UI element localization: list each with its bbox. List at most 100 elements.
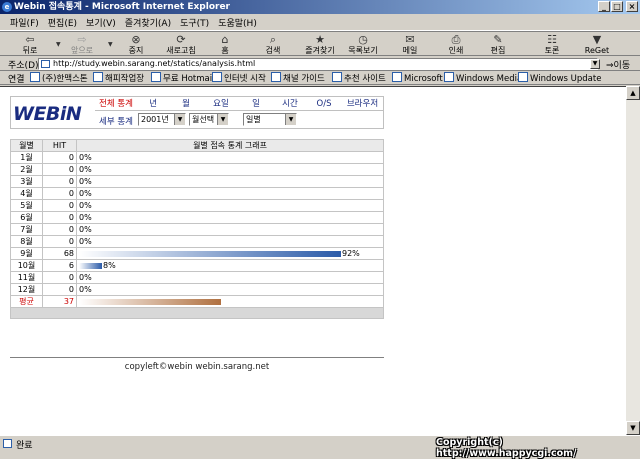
row-graph: 0% [76,163,384,176]
minimize-button[interactable]: _ [598,1,610,12]
back-dropdown-icon[interactable]: ▼ [56,41,61,48]
footer-divider [10,357,384,358]
row-hit: 6 [42,259,77,272]
row-month: 3월 [10,175,43,188]
link-windows-media[interactable]: Windows Media [444,72,522,84]
back-button[interactable]: ⇦ 뒤로 [16,33,44,55]
back-arrow-icon: ⇦ [25,33,35,46]
table-row: 6월 0 0% [10,211,384,224]
row-percent: 92% [342,249,360,258]
vertical-scrollbar[interactable]: ▲ ▼ [626,86,640,435]
discuss-button[interactable]: ☷ 토론 [540,33,564,55]
search-button[interactable]: ⌕ 검색 [258,33,288,55]
row-graph: 0% [76,211,384,224]
maximize-button[interactable]: □ [611,1,623,12]
row-hit: 0 [42,283,77,296]
mail-icon: ✉ [405,33,415,46]
row-graph: 0% [76,283,384,296]
menu-tools[interactable]: 도구(T) [180,16,209,29]
month-select[interactable]: 월선택 [189,113,229,126]
table-row: 1월 0 0% [10,151,384,164]
nav-day[interactable]: 일 [239,98,273,110]
scroll-up-icon[interactable]: ▲ [626,86,640,100]
forward-button[interactable]: ⇨ 앞으로 [66,33,98,55]
address-url: http://study.webin.sarang.net/statics/an… [53,59,256,68]
row-hit: 0 [42,187,77,200]
row-percent: 0% [79,237,92,246]
row-month: 12월 [10,283,43,296]
table-row: 5월 0 0% [10,199,384,212]
row-graph: 0% [76,151,384,164]
nav-hour[interactable]: 시간 [273,98,307,110]
footer-copyleft: copyleft©webin webin.sarang.net [124,362,270,372]
menu-view[interactable]: 보기(V) [86,16,116,29]
favorites-button[interactable]: ★ 즐겨찾기 [300,33,340,55]
link-windows-update[interactable]: Windows Update [518,72,601,84]
row-month: 6월 [10,211,43,224]
scroll-down-icon[interactable]: ▼ [626,421,640,435]
print-button[interactable]: ⎙ 인쇄 [444,33,468,55]
forward-dropdown-icon[interactable]: ▼ [108,41,113,48]
table-footer-row [10,307,384,319]
go-arrow-icon: ⇒ [606,61,614,71]
link-recommended[interactable]: 추천 사이트 [332,72,386,84]
nav-browser[interactable]: 브라우저 [341,98,384,110]
link-channel-guide[interactable]: 채널 가이드 [271,72,325,84]
link-internet-start[interactable]: 인터넷 시작 [212,72,266,84]
link-microsoft[interactable]: Microsoft [392,72,443,84]
edit-icon: ✎ [493,33,503,46]
address-dropdown-icon[interactable]: ▼ [590,59,600,69]
edit-button[interactable]: ✎ 편집 [486,33,510,55]
stop-button[interactable]: ⊗ 중지 [122,33,150,55]
menu-help[interactable]: 도움말(H) [218,16,257,29]
favorites-icon: ★ [315,33,325,46]
nav-month[interactable]: 월 [169,98,203,110]
row-graph: 8% [76,259,384,272]
refresh-button[interactable]: ⟳ 새로고침 [162,33,200,55]
row-month: 4월 [10,187,43,200]
row-hit: 0 [42,175,77,188]
close-button[interactable]: × [626,1,638,12]
window-title: Webin 접속통계 - Microsoft Internet Explorer [14,2,230,12]
address-label: 주소(D) [8,61,39,71]
row-percent: 0% [79,189,92,198]
stats-nav: 전체 통계 년 월 요일 일 시간 O/S 브라우저 [95,98,384,111]
home-button[interactable]: ⌂ 홈 [214,33,236,55]
row-month: 5월 [10,199,43,212]
col-month: 월별 [10,139,43,152]
menu-favorites[interactable]: 즐겨찾기(A) [125,16,171,29]
avg-graph [76,295,384,308]
detail-stats-row: 세부 통계 2001년 월선택 일별 [95,112,384,128]
mail-button[interactable]: ✉ 메일 [398,33,422,55]
links-bar: 연결 (주)한맥스톤 해피작업장 무료 Hotmail 인터넷 시작 채널 가이… [0,71,640,85]
nav-year[interactable]: 년 [137,98,169,110]
link-hotmail[interactable]: 무료 Hotmail [151,72,214,84]
table-footer [10,307,384,319]
link-happy[interactable]: 해피작업장 [93,72,144,84]
row-percent: 0% [79,165,92,174]
reget-button[interactable]: ▼ ReGet [582,33,612,55]
status-text: 완료 [16,441,33,451]
nav-all-stats[interactable]: 전체 통계 [95,98,137,110]
link-hanmac[interactable]: (주)한맥스톤 [30,72,88,84]
history-button[interactable]: ◷ 목록보기 [344,33,382,55]
row-hit: 0 [42,151,77,164]
table-header-row: 월별 HIT 월별 접속 통계 그래프 [10,139,384,152]
row-percent: 0% [79,213,92,222]
row-graph: 0% [76,175,384,188]
day-select[interactable]: 일별 [243,113,297,126]
go-button[interactable]: ⇒이동 [606,58,630,71]
row-percent: 0% [79,225,92,234]
menu-file[interactable]: 파일(F) [10,16,39,29]
table-row: 4월 0 0% [10,187,384,200]
hit-bar [79,250,341,257]
hit-bar [79,262,102,269]
nav-os[interactable]: O/S [307,98,341,110]
year-select[interactable]: 2001년 [138,113,186,126]
address-input[interactable]: http://study.webin.sarang.net/statics/an… [38,58,598,70]
nav-weekday[interactable]: 요일 [203,98,239,110]
row-month: 1월 [10,151,43,164]
row-hit: 0 [42,163,77,176]
menu-edit[interactable]: 편집(E) [48,16,77,29]
standard-toolbar: ⇦ 뒤로 ▼ ⇨ 앞으로 ▼ ⊗ 중지 ⟳ 새로고침 ⌂ 홈 ⌕ 검색 ★ 즐겨찾기 ◷ 목록보… [0,31,640,56]
